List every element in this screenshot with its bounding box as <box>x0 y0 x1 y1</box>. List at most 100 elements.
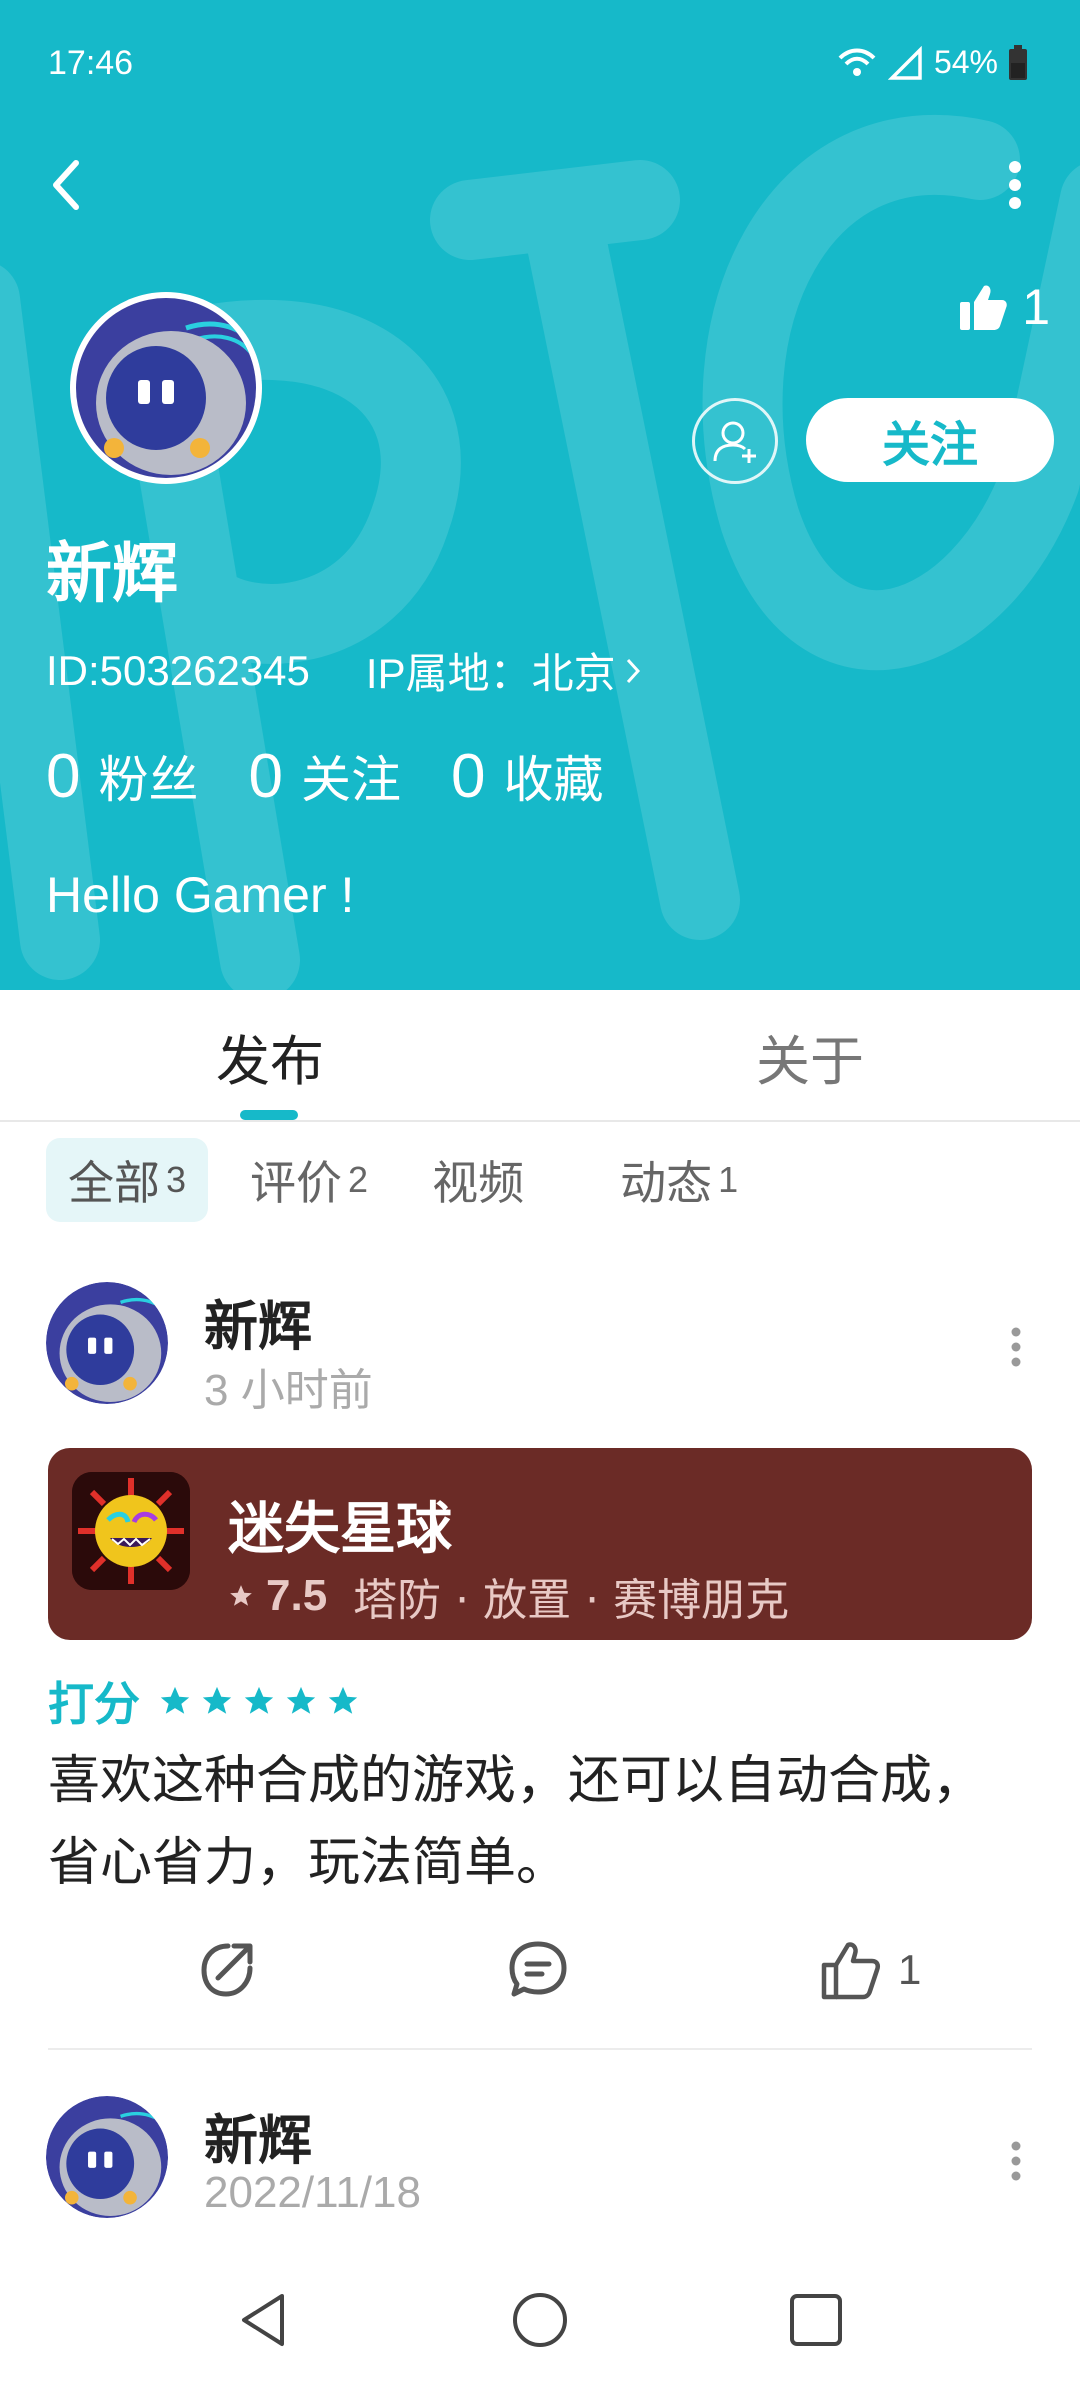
rating-stars <box>158 1684 360 1718</box>
back-button[interactable] <box>36 150 96 220</box>
nav-back-button[interactable] <box>224 2280 304 2360</box>
add-friend-button[interactable] <box>692 398 778 484</box>
profile-avatar[interactable] <box>70 292 262 484</box>
profile-name: 新辉 <box>46 535 178 612</box>
wifi-icon <box>838 48 876 76</box>
profile-id: ID:503262345 <box>46 646 310 694</box>
share-button[interactable] <box>196 1930 260 2010</box>
tab-about[interactable]: 关于 <box>710 990 910 1122</box>
post-author-name[interactable]: 新辉 <box>204 2096 312 2175</box>
thumb-up-icon <box>821 1942 881 2000</box>
game-meta: 7.5 塔防 · 放置 · 赛博朋克 <box>228 1564 789 1628</box>
post-author-avatar[interactable] <box>46 2096 168 2218</box>
stat-favorites-count: 0 <box>450 742 486 811</box>
like-button[interactable]: 1 <box>820 1930 921 2010</box>
stat-following[interactable]: 0 关注 <box>248 740 400 812</box>
game-tags: 塔防 · 放置 · 赛博朋克 <box>353 1575 790 1626</box>
stat-following-label: 关注 <box>300 751 401 809</box>
follow-button[interactable]: 关注 <box>806 398 1054 482</box>
status-bar: 17:46 54% <box>0 0 1080 130</box>
star-icon <box>230 1585 252 1606</box>
robot-avatar-image <box>46 1282 168 1404</box>
watermark-logo <box>0 114 1080 990</box>
filter-all-label: 全部 <box>68 1156 160 1210</box>
star-icon <box>328 1686 358 1714</box>
review-text[interactable]: 喜欢这种合成的游戏，还可以自动合成，省心省力，玩法简单。 <box>48 1740 1028 1904</box>
profile-stats: 0 粉丝 0 关注 0 收藏 <box>46 740 603 812</box>
nav-home-button[interactable] <box>500 2280 580 2360</box>
stat-following-count: 0 <box>248 742 283 811</box>
profile-meta: ID:503262345 IP属地：北京 <box>46 640 642 701</box>
star-icon <box>244 1686 274 1714</box>
signal-icon <box>887 45 922 80</box>
ip-location-text: IP属地：北京 <box>365 650 616 697</box>
rating-row: 打分 <box>48 1668 360 1734</box>
game-title: 迷失星球 <box>228 1497 452 1562</box>
stat-favorites[interactable]: 0 收藏 <box>451 740 603 812</box>
post-timestamp: 2022/11/18 <box>204 2168 421 2217</box>
thumb-up-icon <box>960 285 1007 330</box>
game-icon <box>72 1472 190 1590</box>
game-logo-image <box>72 1472 190 1590</box>
star-icon <box>202 1686 232 1714</box>
rating-label: 打分 <box>48 1677 140 1731</box>
filter-videos[interactable]: 视频 <box>410 1138 546 1222</box>
post-header: 新辉 2022/11/18 <box>46 2096 1036 2226</box>
filter-reviews-count: 2 <box>348 1159 369 1200</box>
post-author-name[interactable]: 新辉 <box>204 1282 312 1361</box>
nav-recents-icon <box>790 2294 842 2346</box>
more-options-button[interactable] <box>990 150 1040 220</box>
add-friend-icon <box>713 421 756 463</box>
filter-moments-count: 1 <box>718 1159 739 1200</box>
nav-home-icon <box>513 2293 567 2347</box>
stat-favorites-label: 收藏 <box>503 751 604 809</box>
nav-recents-button[interactable] <box>776 2280 856 2360</box>
like-count: 1 <box>898 1946 922 1993</box>
stat-fans-label: 粉丝 <box>98 751 199 809</box>
system-nav-bar <box>0 2240 1080 2400</box>
battery-percent: 54% <box>933 44 998 80</box>
share-icon <box>201 1943 253 1997</box>
tab-publish[interactable]: 发布 <box>170 990 370 1122</box>
post-author-avatar[interactable] <box>46 1282 168 1404</box>
post-actions: 1 <box>0 1930 1080 2010</box>
stat-fans[interactable]: 0 粉丝 <box>46 740 198 812</box>
back-icon <box>53 160 79 210</box>
filter-videos-label: 视频 <box>432 1156 525 1210</box>
profile-tabs: 发布 关于 <box>0 990 1080 1122</box>
profile-bio: Hello Gamer ! <box>46 867 355 923</box>
more-vert-icon <box>1011 1327 1021 1367</box>
star-icon <box>160 1686 190 1714</box>
profile-likes[interactable]: 1 <box>958 278 1050 336</box>
comment-icon <box>509 1941 567 1997</box>
filter-all[interactable]: 全部 3 <box>46 1138 209 1222</box>
filter-chips: 全部 3 评价 2 视频 动态 1 <box>46 1138 760 1222</box>
tab-active-indicator <box>240 1110 298 1120</box>
star-icon <box>286 1686 316 1714</box>
game-score: 7.5 <box>266 1571 328 1620</box>
game-card[interactable]: 迷失星球 7.5 塔防 · 放置 · 赛博朋克 <box>48 1448 1032 1640</box>
battery-icon <box>1009 44 1027 80</box>
post-timestamp: 3 小时前 <box>204 1366 373 1415</box>
more-vert-icon <box>1009 161 1021 209</box>
status-icons: 54% <box>836 44 1028 81</box>
likes-count: 1 <box>1022 279 1050 335</box>
stat-fans-count: 0 <box>46 742 81 811</box>
more-vert-icon <box>1011 2141 1021 2181</box>
filter-moments-label: 动态 <box>620 1156 713 1210</box>
robot-avatar-image <box>76 298 256 478</box>
comment-button[interactable] <box>506 1930 570 2010</box>
nav-back-icon <box>242 2294 284 2346</box>
filter-all-count: 3 <box>166 1159 187 1200</box>
filter-moments[interactable]: 动态 1 <box>598 1138 760 1222</box>
post-divider <box>48 2048 1032 2050</box>
chevron-right-icon <box>626 658 640 683</box>
status-time: 17:46 <box>48 44 134 82</box>
robot-avatar-image <box>46 2096 168 2218</box>
filter-reviews-label: 评价 <box>250 1156 343 1210</box>
filter-reviews[interactable]: 评价 2 <box>228 1138 390 1222</box>
ip-location-link[interactable]: IP属地：北京 <box>366 640 642 701</box>
post-more-button[interactable] <box>996 1312 1036 1382</box>
post-more-button[interactable] <box>996 2126 1036 2196</box>
profile-header: 17:46 54% 1 关注 新辉 ID:503262345 IP属地：北京 0… <box>0 0 1080 990</box>
